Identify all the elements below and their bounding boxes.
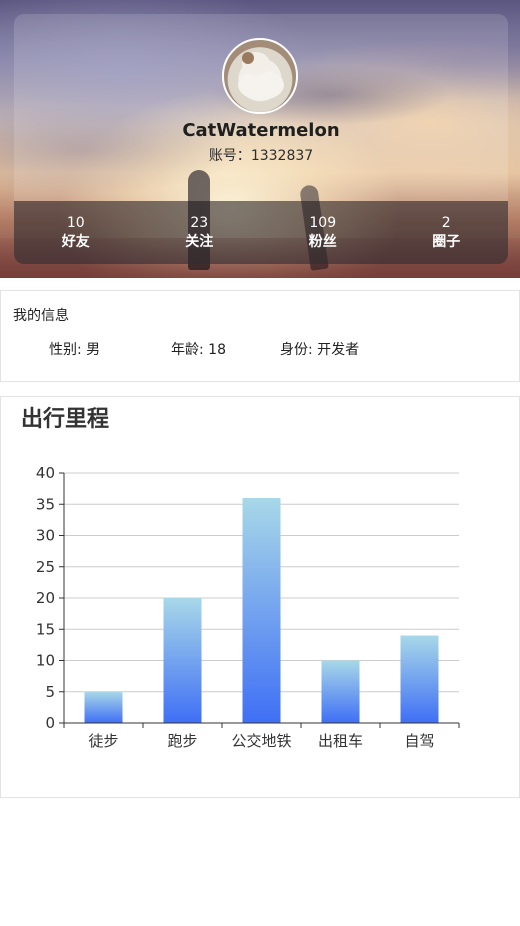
account-label: 账号：: [208, 148, 251, 164]
y-tick-label: 0: [45, 714, 55, 732]
y-tick-label: 25: [36, 558, 55, 576]
age-field: 年龄: 18: [171, 342, 226, 358]
x-tick-label: 徒步: [88, 732, 118, 750]
travel-mileage-chart: 0 5 10 15 20 25 30 35 40 徒步 跑步 公交地铁 出租车 自驾 出行里程: [0, 396, 520, 798]
bar: [242, 498, 281, 723]
bar: [84, 691, 123, 723]
stat-following[interactable]: 23 关注: [138, 201, 262, 264]
x-tick-label: 跑步: [167, 732, 197, 750]
stats-bar: 10 好友 23 关注 109 粉丝 2 圈子: [14, 201, 508, 264]
x-tick-label: 自驾: [404, 732, 434, 750]
profile-page: CatWatermelon 账号：1332837 10 好友 23 关注 109…: [0, 0, 520, 926]
stat-count: 109: [309, 214, 337, 231]
y-tick-label: 15: [36, 620, 55, 638]
cat-patch-shape: [242, 52, 254, 64]
y-tick-label: 35: [36, 495, 55, 513]
y-tick-label: 10: [36, 652, 55, 670]
stat-count: 10: [66, 214, 85, 231]
stat-label: 圈子: [432, 233, 461, 250]
bar-chart: 0 5 10 15 20 25 30 35 40 徒步 跑步 公交地铁 出租车 自驾: [36, 464, 460, 750]
bar: [321, 660, 360, 723]
profile-header-background: CatWatermelon 账号：1332837 10 好友 23 关注 109…: [0, 0, 520, 278]
my-info-section: 我的信息 性别: 男 年龄: 18 身份: 开发者: [0, 290, 520, 382]
stat-circles[interactable]: 2 圈子: [385, 201, 509, 264]
gender-field: 性别: 男: [49, 342, 101, 358]
username: CatWatermelon: [182, 120, 340, 141]
stat-label: 粉丝: [308, 233, 337, 250]
chart-title: 出行里程: [21, 407, 110, 432]
y-tick-label: 40: [36, 464, 55, 482]
x-tick-label: 出租车: [318, 732, 363, 750]
stat-count: 23: [190, 214, 209, 231]
stat-label: 好友: [61, 233, 90, 250]
avatar[interactable]: [222, 38, 298, 114]
stat-friends[interactable]: 10 好友: [14, 201, 138, 264]
x-tick-label: 公交地铁: [231, 732, 291, 750]
section-title: 我的信息: [13, 308, 69, 324]
profile-card: CatWatermelon 账号：1332837 10 好友 23 关注 109…: [14, 14, 508, 264]
account-id: 账号：1332837: [14, 145, 508, 165]
stat-label: 关注: [185, 233, 214, 250]
bar: [163, 598, 202, 723]
account-number: 1332837: [250, 148, 314, 164]
role-field: 身份: 开发者: [280, 342, 360, 358]
stat-fans[interactable]: 109 粉丝: [261, 201, 385, 264]
y-tick-label: 5: [45, 683, 55, 701]
stat-count: 2: [441, 214, 451, 231]
bar: [400, 635, 439, 723]
y-tick-label: 20: [36, 589, 55, 607]
y-tick-label: 30: [36, 527, 55, 545]
